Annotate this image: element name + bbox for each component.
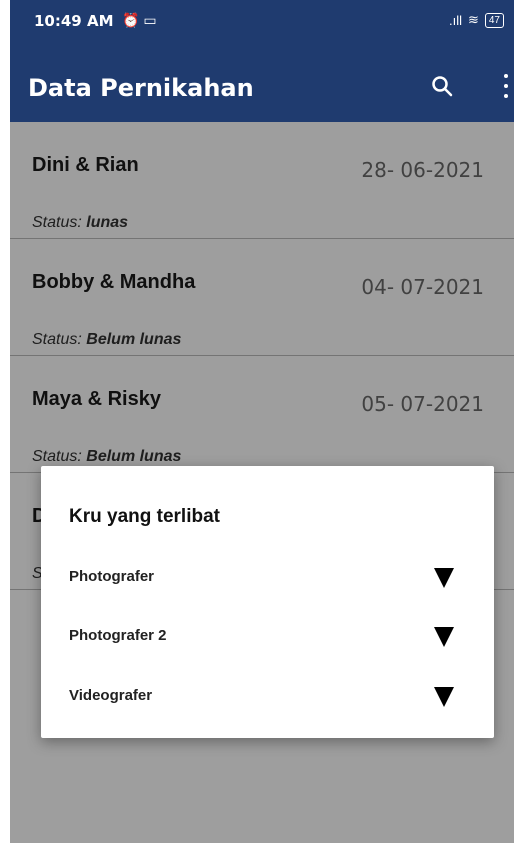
crew-select-videografer[interactable]: Videografer (69, 681, 459, 713)
dialog-title: Kru yang terlibat (69, 506, 220, 527)
dropdown-arrow-icon[interactable] (434, 687, 454, 707)
signal-icon: .ıll (448, 12, 462, 28)
status-bar: 10:49 AM ⏰ ▭ .ıll ≋ 47 (10, 0, 514, 44)
crew-select-photografer[interactable]: Photografer (69, 562, 459, 594)
crew-dialog: Kru yang terlibat Photografer Photografe… (41, 466, 494, 738)
dropdown-arrow-icon[interactable] (434, 627, 454, 647)
screen: 10:49 AM ⏰ ▭ .ıll ≋ 47 Data Pernikahan D… (10, 0, 514, 843)
alarm-icon: ⏰ ▭ (122, 12, 157, 28)
crew-label: Photografer (69, 568, 155, 585)
crew-label: Photografer 2 (69, 627, 167, 644)
dropdown-arrow-icon[interactable] (434, 568, 454, 588)
app-title: Data Pernikahan (28, 74, 254, 102)
crew-label: Videografer (69, 687, 153, 704)
crew-select-photografer-2[interactable]: Photografer 2 (69, 621, 459, 653)
status-right: .ıll ≋ 47 (449, 12, 504, 28)
app-bar: Data Pernikahan (10, 44, 514, 122)
search-icon[interactable] (430, 74, 454, 98)
status-time: 10:49 AM (34, 12, 114, 30)
wifi-icon: ≋ (467, 12, 479, 27)
more-options-icon[interactable] (502, 74, 510, 98)
battery-icon: 47 (484, 12, 504, 28)
